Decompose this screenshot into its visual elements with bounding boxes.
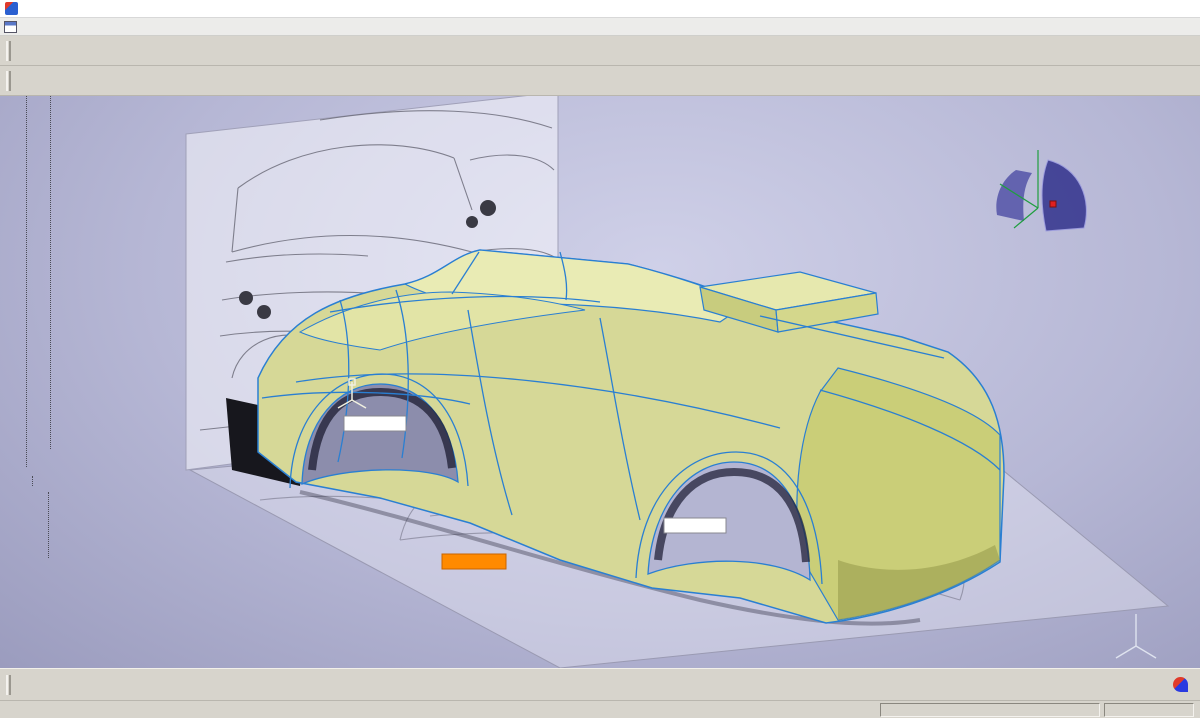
tree-rows [6,96,256,98]
bottom-toolbar [0,668,1200,700]
window-controls [1108,0,1198,17]
focus-label-2[interactable] [664,518,726,533]
dassault-swoosh-icon [1173,677,1188,692]
catia-app-icon [5,2,18,15]
menu-bar [0,18,1200,36]
tree-branch-line [50,96,51,449]
graphic-properties-toolbar [0,66,1200,96]
toolbar-grip[interactable] [6,41,11,61]
headlamp-sketch-dot [466,216,478,228]
minimize-button[interactable] [1108,0,1138,17]
focus-label-1[interactable] [344,416,406,431]
document-icon [4,21,17,33]
catia-logo [1173,677,1194,692]
command-input-field[interactable] [880,703,1100,717]
standard-toolbar [0,36,1200,66]
toolbar-grip[interactable] [6,71,11,91]
focus-label-3-highlighted[interactable] [442,554,506,569]
view-compass[interactable] [996,150,1086,231]
toolbar-grip[interactable] [6,675,11,695]
compass-origin-dot[interactable] [1050,201,1056,207]
status-field [1104,703,1194,717]
close-button[interactable] [1168,0,1198,17]
specification-tree [6,96,256,668]
3d-viewport[interactable] [0,96,1200,668]
maximize-button[interactable] [1138,0,1168,17]
tree-branch-line [26,96,27,467]
tree-branch-line [32,476,33,486]
car-model[interactable] [258,250,1004,624]
axis-triad [1116,614,1156,658]
headlamp-sketch-dot [480,200,496,216]
status-bar [0,700,1200,718]
headlamp-sketch-dot [257,305,271,319]
tree-branch-line [48,492,49,558]
title-bar [0,0,1200,18]
